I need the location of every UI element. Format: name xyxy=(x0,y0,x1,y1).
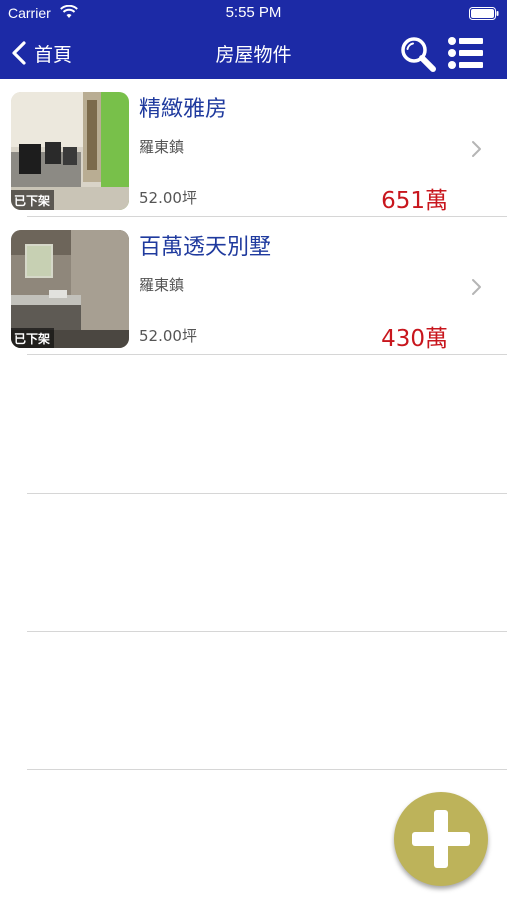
list-icon[interactable] xyxy=(447,36,485,70)
listing-title: 精緻雅房 xyxy=(139,97,228,122)
back-button[interactable]: 首頁 xyxy=(10,27,72,79)
empty-row-divider xyxy=(27,631,507,632)
listing-location: 羅東鎮 xyxy=(139,138,185,156)
status-badge: 已下架 xyxy=(11,190,55,210)
listing-thumbnail: 已下架 xyxy=(11,230,129,348)
listing-row[interactable]: 已下架 百萬透天別墅 羅東鎮 52.00坪 430萬 xyxy=(0,217,507,355)
row-divider xyxy=(27,354,507,355)
status-badge: 已下架 xyxy=(11,328,55,348)
chevron-left-icon xyxy=(12,41,26,65)
listing-row[interactable]: 已下架 精緻雅房 羅東鎮 52.00坪 651萬 xyxy=(0,79,507,217)
listing-price: 651萬 xyxy=(381,188,448,214)
search-icon[interactable] xyxy=(399,35,437,73)
empty-row-divider xyxy=(27,493,507,494)
listing-title: 百萬透天別墅 xyxy=(139,235,272,260)
battery-icon xyxy=(469,7,499,20)
listing-price: 430萬 xyxy=(381,326,448,352)
listing-area: 52.00坪 xyxy=(139,189,197,207)
listing-thumbnail: 已下架 xyxy=(11,92,129,210)
chevron-right-icon xyxy=(472,279,481,295)
listing-location: 羅東鎮 xyxy=(139,276,185,294)
listing-table: 已下架 精緻雅房 羅東鎮 52.00坪 651萬 已下架 百萬透天別墅 羅東鎮 … xyxy=(0,79,507,355)
nav-bar: 首頁 房屋物件 xyxy=(0,27,507,79)
back-label: 首頁 xyxy=(34,43,73,66)
status-time: 5:55 PM xyxy=(225,4,282,21)
status-bar: Carrier 5:55 PM xyxy=(0,0,507,27)
chevron-right-icon xyxy=(472,141,481,157)
add-listing-button[interactable] xyxy=(394,792,488,886)
plus-icon xyxy=(412,810,470,868)
listing-area: 52.00坪 xyxy=(139,327,197,345)
empty-row-divider xyxy=(27,769,507,770)
